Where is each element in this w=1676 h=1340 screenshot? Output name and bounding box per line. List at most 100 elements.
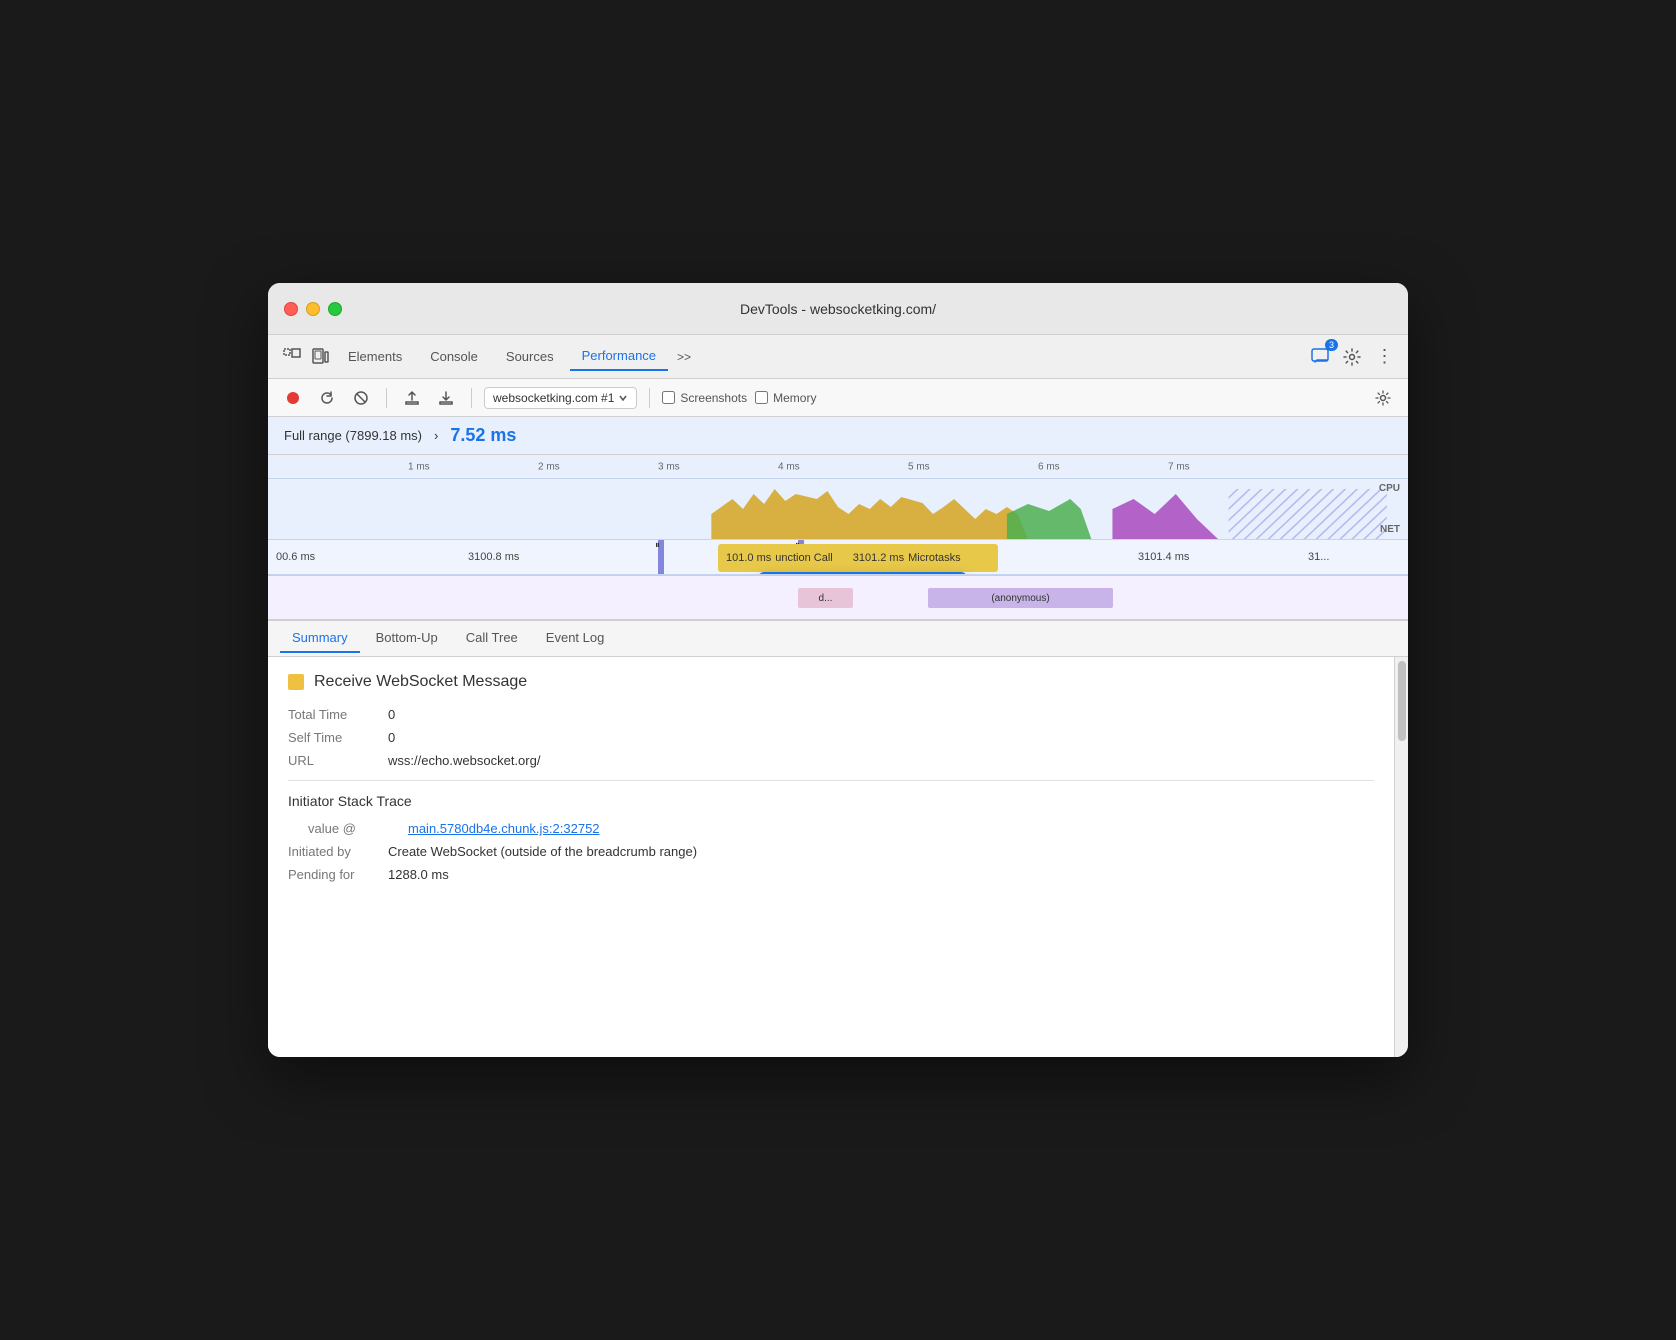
- range-selected: 7.52 ms: [450, 425, 516, 446]
- pending-for-label: Pending for: [288, 867, 388, 882]
- frame-label-101ms: 101.0 ms: [726, 552, 771, 564]
- url-row: URL wss://echo.websocket.org/: [288, 753, 1374, 768]
- initiated-by-row: Initiated by Create WebSocket (outside o…: [288, 844, 1374, 859]
- value-label: value @: [308, 821, 408, 836]
- frames-area: ⏸ ⏸ 00.6 ms 3100.8 ms 101.0 ms unction C…: [268, 539, 1408, 575]
- url-label: URL: [288, 753, 388, 768]
- d-block-label: d...: [819, 593, 833, 604]
- side-scrollbar[interactable]: [1394, 657, 1408, 1057]
- separator: [386, 388, 387, 408]
- self-time-row: Self Time 0: [288, 730, 1374, 745]
- minimize-button[interactable]: [306, 302, 320, 316]
- reload-button[interactable]: [314, 385, 340, 411]
- anon-block[interactable]: (anonymous): [928, 588, 1113, 608]
- close-button[interactable]: [284, 302, 298, 316]
- nav-elements[interactable]: Elements: [336, 343, 414, 370]
- select-element-icon[interactable]: [280, 345, 304, 369]
- initiated-by-label: Initiated by: [288, 844, 388, 859]
- scrollbar-thumb[interactable]: [1398, 661, 1406, 741]
- nav-performance[interactable]: Performance: [570, 342, 668, 371]
- more-options-icon[interactable]: ⋮: [1372, 345, 1396, 369]
- tab-bottomup[interactable]: Bottom-Up: [364, 624, 450, 653]
- separator2: [471, 388, 472, 408]
- pending-for-value: 1288.0 ms: [388, 867, 449, 882]
- summary-title: Receive WebSocket Message: [314, 673, 527, 691]
- nav-sources[interactable]: Sources: [494, 343, 566, 370]
- more-tabs-icon[interactable]: >>: [672, 345, 696, 369]
- traffic-lights: [284, 302, 342, 316]
- ruler-mark-5ms: 5 ms: [908, 461, 930, 472]
- timeline-ruler: 1 ms 2 ms 3 ms 4 ms 5 ms 6 ms 7 ms: [268, 455, 1408, 479]
- memory-checkbox-label[interactable]: Memory: [755, 391, 816, 405]
- event-color-indicator: [288, 674, 304, 690]
- total-time-label: Total Time: [288, 707, 388, 722]
- summary-title-row: Receive WebSocket Message: [288, 673, 1374, 691]
- record-button[interactable]: [280, 385, 306, 411]
- divider-1: [288, 780, 1374, 781]
- ruler-mark-3ms: 3 ms: [658, 461, 680, 472]
- self-time-value: 0: [388, 730, 395, 745]
- summary-area: Receive WebSocket Message Total Time 0 S…: [268, 657, 1394, 1057]
- cpu-chart-svg: [268, 479, 1408, 539]
- initiator-section-title: Initiator Stack Trace: [288, 793, 1374, 809]
- frame-label-3: 31...: [1308, 551, 1329, 563]
- frame-label-1: 3100.8 ms: [468, 551, 519, 563]
- upload-button[interactable]: [399, 385, 425, 411]
- screenshots-checkbox-label[interactable]: Screenshots: [662, 391, 747, 405]
- range-bar: Full range (7899.18 ms) › 7.52 ms: [268, 417, 1408, 455]
- tab-calltree[interactable]: Call Tree: [454, 624, 530, 653]
- url-dropdown[interactable]: websocketking.com #1: [484, 387, 637, 409]
- separator3: [649, 388, 650, 408]
- screenshots-checkbox[interactable]: [662, 391, 675, 404]
- ruler-mark-7ms: 7 ms: [1168, 461, 1190, 472]
- url-value: websocketking.com #1: [493, 391, 614, 405]
- devtools-navbar: Elements Console Sources Performance >> …: [268, 335, 1408, 379]
- url-value: wss://echo.websocket.org/: [388, 753, 540, 768]
- ruler-mark-4ms: 4 ms: [778, 461, 800, 472]
- range-label: Full range (7899.18 ms): [284, 428, 422, 443]
- tab-summary[interactable]: Summary: [280, 624, 360, 653]
- settings-icon[interactable]: [1340, 345, 1364, 369]
- frame-label-microtasks: Microtasks: [908, 552, 961, 564]
- net-label: NET: [1380, 524, 1400, 535]
- stack-trace-row: value @ main.5780db4e.chunk.js:2:32752: [288, 821, 1374, 836]
- d-block[interactable]: d...: [798, 588, 853, 608]
- ruler-mark-6ms: 6 ms: [1038, 461, 1060, 472]
- download-button[interactable]: [433, 385, 459, 411]
- maximize-button[interactable]: [328, 302, 342, 316]
- settings-gear-button[interactable]: [1370, 385, 1396, 411]
- clear-button[interactable]: [348, 385, 374, 411]
- timeline-area[interactable]: 1 ms 2 ms 3 ms 4 ms 5 ms 6 ms 7 ms CPU N…: [268, 455, 1408, 619]
- ruler-mark-2ms: 2 ms: [538, 461, 560, 472]
- self-time-label: Self Time: [288, 730, 388, 745]
- devtools-window: DevTools - websocketking.com/ Elements C…: [268, 283, 1408, 1057]
- anon-block-label: (anonymous): [991, 593, 1049, 604]
- device-mode-icon[interactable]: [308, 345, 332, 369]
- memory-label: Memory: [773, 391, 816, 405]
- call-stack-area: d... (anonymous): [268, 575, 1408, 619]
- secondary-toolbar: websocketking.com #1 Screenshots Memory: [268, 379, 1408, 417]
- chat-icon[interactable]: 3: [1308, 345, 1332, 369]
- total-time-value: 0: [388, 707, 395, 722]
- pending-for-row: Pending for 1288.0 ms: [288, 867, 1374, 882]
- stack-trace-link[interactable]: main.5780db4e.chunk.js:2:32752: [408, 821, 600, 836]
- chat-badge: 3: [1325, 339, 1338, 351]
- main-content: Receive WebSocket Message Total Time 0 S…: [268, 657, 1408, 1057]
- initiated-by-value: Create WebSocket (outside of the breadcr…: [388, 844, 697, 859]
- bottom-tabs: Summary Bottom-Up Call Tree Event Log: [268, 619, 1408, 657]
- range-arrow: ›: [434, 428, 438, 443]
- window-title: DevTools - websocketking.com/: [740, 301, 936, 317]
- content-area: Receive WebSocket Message Total Time 0 S…: [268, 657, 1394, 1057]
- memory-checkbox[interactable]: [755, 391, 768, 404]
- cpu-label: CPU: [1379, 483, 1400, 494]
- function-call-block[interactable]: 101.0 ms unction Call 3101.2 ms Microtas…: [718, 544, 998, 572]
- frame-label-unction: unction Call: [775, 552, 832, 564]
- nav-console[interactable]: Console: [418, 343, 490, 370]
- nav-right: 3 ⋮: [1308, 345, 1396, 369]
- tab-eventlog[interactable]: Event Log: [534, 624, 617, 653]
- ruler-mark-1ms: 1 ms: [408, 461, 430, 472]
- cpu-chart: CPU NET: [268, 479, 1408, 539]
- scroll-handle-left[interactable]: ⏸: [658, 540, 664, 574]
- screenshots-label: Screenshots: [680, 391, 747, 405]
- titlebar: DevTools - websocketking.com/: [268, 283, 1408, 335]
